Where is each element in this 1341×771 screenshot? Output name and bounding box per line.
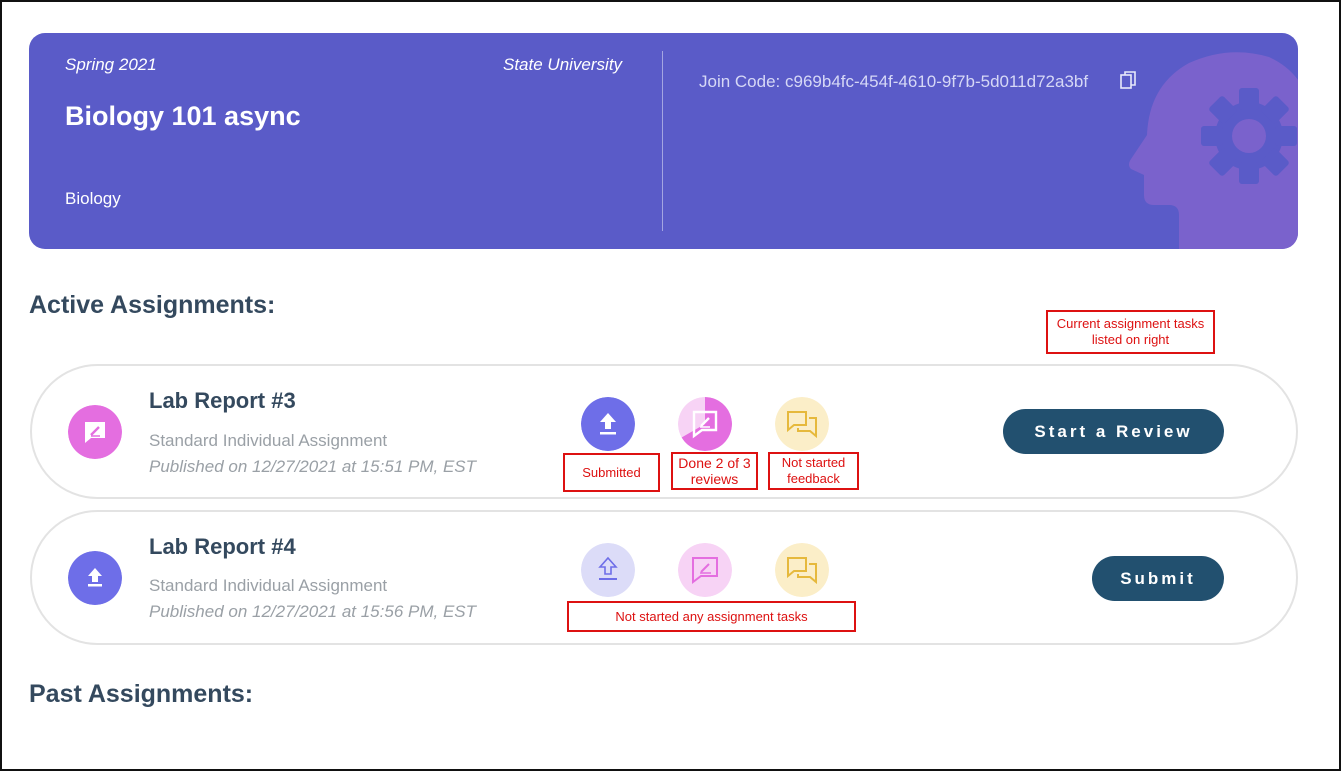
course-term: Spring 2021 [65,55,157,74]
submit-button[interactable]: Submit [1092,556,1224,601]
upload-icon[interactable] [581,397,635,451]
active-assignments-heading: Active Assignments: [29,291,276,319]
review-progress-icon[interactable] [678,397,732,451]
assignment-published-date: Published on 12/27/2021 at 15:51 PM, EST [149,457,477,476]
past-assignments-heading: Past Assignments: [29,680,254,708]
head-gear-icon [1129,52,1298,249]
upload-type-icon [68,551,122,605]
assignment-type: Standard Individual Assignment [149,431,388,450]
feedback-chat-icon[interactable] [775,397,829,451]
assignment-published-date: Published on 12/27/2021 at 15:56 PM, EST [149,602,477,621]
assignment-title[interactable]: Lab Report #4 [149,534,296,560]
upload-icon[interactable] [581,543,635,597]
assignment-type: Standard Individual Assignment [149,576,388,595]
annotation-not-started-any: Not started any assignment tasks [567,601,856,632]
course-subject: Biology [65,189,121,208]
assignment-title[interactable]: Lab Report #3 [149,388,296,414]
assignment-row-lab-report-3[interactable]: Lab Report #3 Standard Individual Assign… [30,364,1298,499]
annotation-not-started-feedback: Not started feedback [768,452,859,490]
annotation-current-tasks: Current assignment tasks listed on right [1046,310,1215,354]
course-header-card: Spring 2021 State University Biology 101… [29,33,1298,249]
feedback-chat-icon[interactable] [775,543,829,597]
join-code: Join Code: c969b4fc-454f-4610-9f7b-5d011… [699,72,1089,91]
annotation-done-reviews: Done 2 of 3 reviews [671,452,758,490]
review-icon[interactable] [678,543,732,597]
review-type-icon [68,405,122,459]
course-title: Biology 101 async [65,101,301,131]
course-school: State University [503,55,623,74]
header-divider [662,51,663,231]
annotation-submitted: Submitted [563,453,660,492]
start-review-button[interactable]: Start a Review [1003,409,1224,454]
